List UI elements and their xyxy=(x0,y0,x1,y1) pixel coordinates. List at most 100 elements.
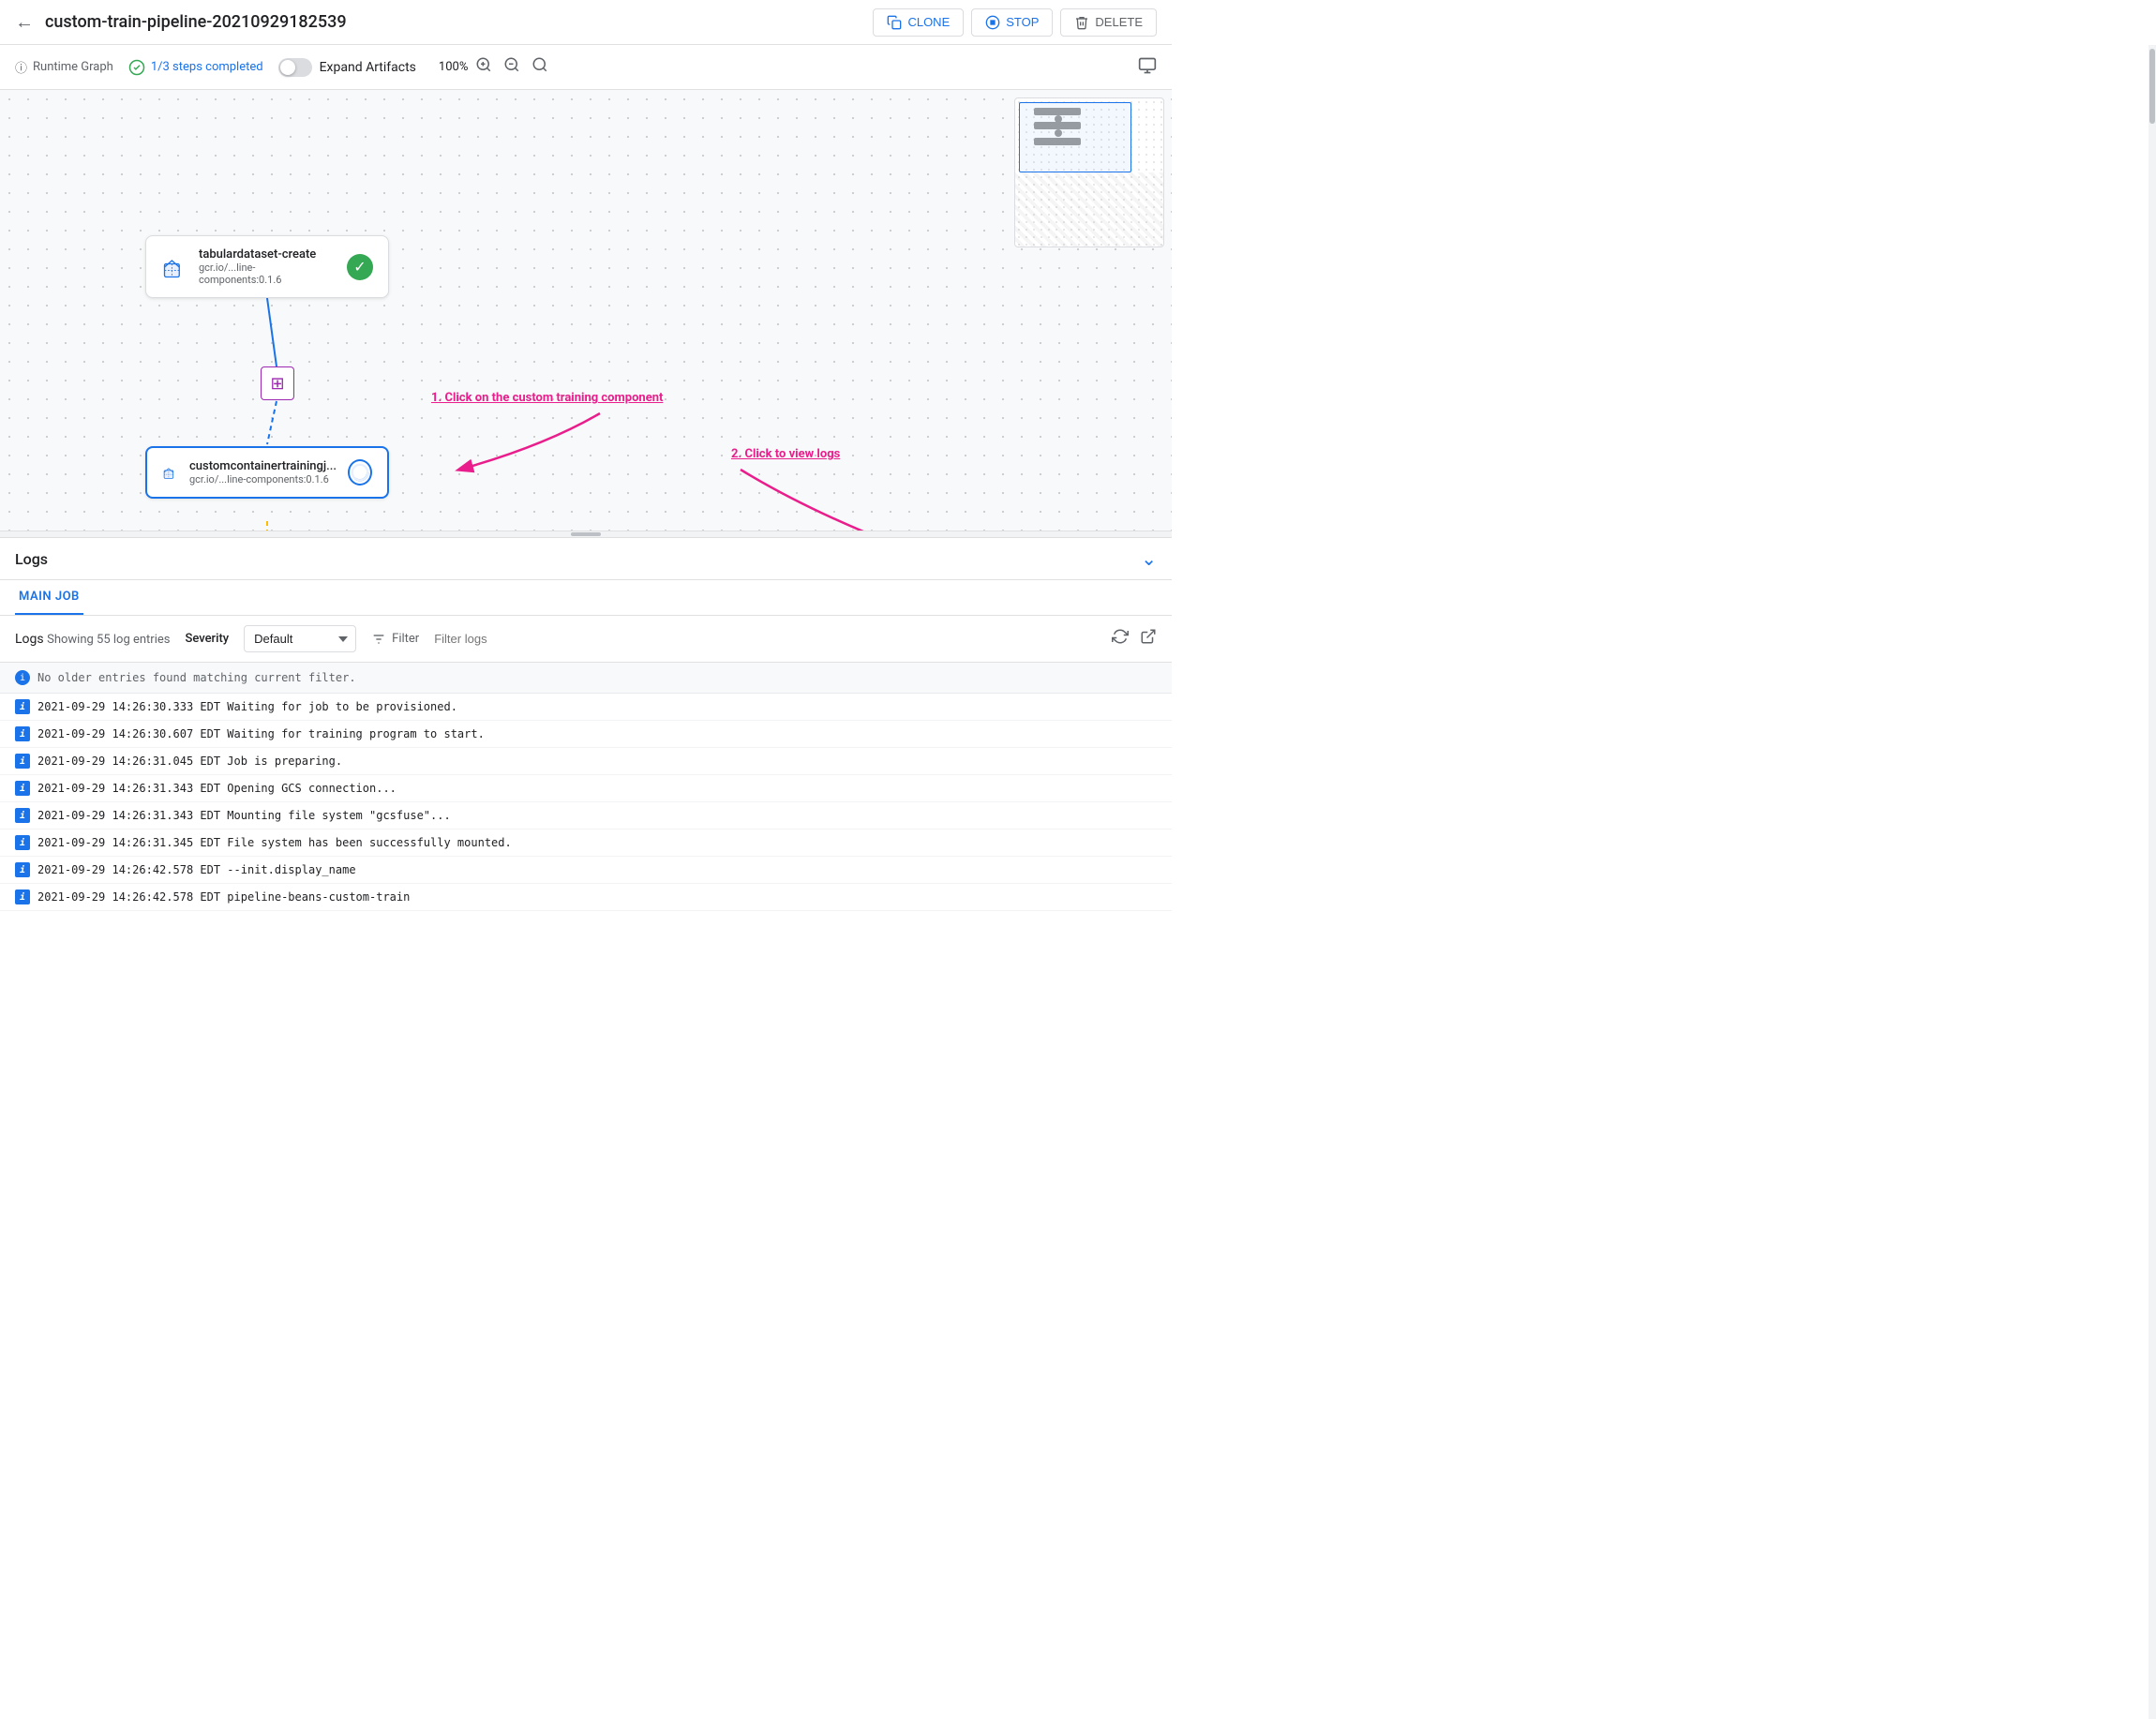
tabular-dataset-node[interactable]: tabulardataset-create gcr.io/...line-com… xyxy=(145,235,389,298)
node2-info: customcontainertrainingj... gcr.io/...li… xyxy=(189,459,337,486)
logs-tabs: MAIN JOB xyxy=(0,580,1172,616)
steps-icon xyxy=(128,59,145,76)
annotation2-arrow xyxy=(731,465,975,531)
log-icon-6: i xyxy=(15,862,30,877)
zoom-reset-button[interactable] xyxy=(528,54,552,80)
splitter-handle xyxy=(571,532,601,536)
zoom-out-button[interactable] xyxy=(500,54,524,80)
annotation2: 2. Click to view logs xyxy=(731,446,975,531)
minimap-inner xyxy=(1015,98,1163,247)
node2-icon xyxy=(162,459,178,486)
log-text-1: 2021-09-29 14:26:30.607 EDT Waiting for … xyxy=(37,727,485,740)
header-actions: CLONE STOP DELETE xyxy=(873,8,1157,37)
node2-sub: gcr.io/...line-components:0.1.6 xyxy=(189,473,337,486)
log-icon-2: i xyxy=(15,754,30,769)
severity-select[interactable]: Default Debug Info Warning Error xyxy=(244,625,356,652)
log-row-6: i 2021-09-29 14:26:42.578 EDT --init.dis… xyxy=(0,857,1172,884)
log-row-7: i 2021-09-29 14:26:42.578 EDT pipeline-b… xyxy=(0,884,1172,911)
log-text-3: 2021-09-29 14:26:31.343 EDT Opening GCS … xyxy=(37,782,397,795)
expand-artifacts-label: Expand Artifacts xyxy=(320,60,416,75)
minimap-stripe xyxy=(1015,172,1163,247)
node1-icon xyxy=(161,254,187,280)
filter-button[interactable]: Filter xyxy=(371,632,419,647)
log-row-2: i 2021-09-29 14:26:31.045 EDT Job is pre… xyxy=(0,748,1172,775)
node1-status: ✓ xyxy=(347,254,373,280)
log-text-7: 2021-09-29 14:26:42.578 EDT pipeline-bea… xyxy=(37,890,410,904)
log-text-0: 2021-09-29 14:26:30.333 EDT Waiting for … xyxy=(37,700,457,713)
annotation1-arrow xyxy=(431,409,619,484)
stop-button[interactable]: STOP xyxy=(971,8,1053,37)
scrollbar xyxy=(2149,45,2156,1719)
log-info-icon: i xyxy=(15,670,30,685)
log-text-6: 2021-09-29 14:26:42.578 EDT --init.displ… xyxy=(37,863,356,876)
runtime-graph-item[interactable]: ⓘ Runtime Graph xyxy=(15,58,113,76)
log-icon-4: i xyxy=(15,808,30,823)
toolbar: ⓘ Runtime Graph 1/3 steps completed Expa… xyxy=(0,45,1172,90)
filter-label: Filter xyxy=(392,632,419,646)
logs-label: Logs xyxy=(15,632,44,647)
filter-input[interactable] xyxy=(434,632,599,646)
zoom-controls: 100% xyxy=(439,54,552,80)
log-icon-3: i xyxy=(15,781,30,796)
refresh-button[interactable] xyxy=(1112,628,1129,650)
open-external-button[interactable] xyxy=(1140,628,1157,650)
steps-completed-item: 1/3 steps completed xyxy=(128,59,263,76)
log-icon-5: i xyxy=(15,835,30,850)
zoom-in-button[interactable] xyxy=(472,54,496,80)
back-button[interactable]: ← xyxy=(15,10,34,34)
severity-label: Severity xyxy=(185,632,229,646)
minimap-viewport xyxy=(1019,102,1131,172)
log-icon-0: i xyxy=(15,699,30,714)
logs-expand-button[interactable]: ⌄ xyxy=(1141,547,1157,570)
tab-main-job[interactable]: MAIN JOB xyxy=(15,580,83,615)
log-row-1: i 2021-09-29 14:26:30.607 EDT Waiting fo… xyxy=(0,721,1172,748)
logs-controls: Logs Showing 55 log entries Severity Def… xyxy=(0,616,1172,663)
minimap-toggle-button[interactable] xyxy=(1138,56,1157,79)
zoom-level: 100% xyxy=(439,60,468,74)
stop-label: STOP xyxy=(1006,15,1039,29)
log-icon-7: i xyxy=(15,889,30,904)
log-info-text: No older entries found matching current … xyxy=(37,671,356,684)
pipeline-title: custom-train-pipeline-20210929182539 xyxy=(45,12,873,32)
annotation2-text: 2. Click to view logs xyxy=(731,447,840,461)
log-row-4: i 2021-09-29 14:26:31.343 EDT Mounting f… xyxy=(0,802,1172,830)
grid-icon: ⊞ xyxy=(270,374,284,394)
logs-title: Logs xyxy=(15,550,48,568)
logs-count: Showing 55 log entries xyxy=(47,633,170,647)
custom-container-training-node[interactable]: customcontainertrainingj... gcr.io/...li… xyxy=(145,446,389,499)
runtime-graph-label: Runtime Graph xyxy=(33,60,113,74)
severity-select-wrap: Default Debug Info Warning Error xyxy=(244,625,356,652)
annotation1-text: 1. Click on the custom training componen… xyxy=(431,391,663,405)
connector-node[interactable]: ⊞ xyxy=(261,366,294,400)
node2-name: customcontainertrainingj... xyxy=(189,459,337,473)
clone-button[interactable]: CLONE xyxy=(873,8,964,37)
header: ← custom-train-pipeline-20210929182539 C… xyxy=(0,0,1172,45)
delete-label: DELETE xyxy=(1095,15,1143,29)
log-icon-1: i xyxy=(15,726,30,741)
log-row-info: i No older entries found matching curren… xyxy=(0,663,1172,694)
filter-icon xyxy=(371,632,386,647)
info-icon: ⓘ xyxy=(15,58,27,76)
log-row-0: i 2021-09-29 14:26:30.333 EDT Waiting fo… xyxy=(0,694,1172,721)
clone-label: CLONE xyxy=(907,15,950,29)
splitter[interactable] xyxy=(0,531,1172,538)
delete-button[interactable]: DELETE xyxy=(1060,8,1157,37)
log-row-5: i 2021-09-29 14:26:31.345 EDT File syste… xyxy=(0,830,1172,857)
minimap xyxy=(1014,97,1164,247)
toggle-switch[interactable] xyxy=(278,58,312,77)
logs-panel: Logs ⌄ MAIN JOB Logs Showing 55 log entr… xyxy=(0,538,1172,1710)
logs-entries: i No older entries found matching curren… xyxy=(0,663,1172,1710)
scrollbar-thumb xyxy=(2149,49,2155,124)
node1-name: tabulardataset-create xyxy=(199,247,336,262)
log-text-5: 2021-09-29 14:26:31.345 EDT File system … xyxy=(37,836,512,849)
logs-showing: Logs Showing 55 log entries xyxy=(15,632,170,647)
toggle-knob xyxy=(280,60,295,75)
logs-header: Logs ⌄ xyxy=(0,538,1172,580)
node1-sub: gcr.io/...line-components:0.1.6 xyxy=(199,262,336,286)
expand-artifacts-toggle[interactable]: Expand Artifacts xyxy=(278,58,416,77)
node1-info: tabulardataset-create gcr.io/...line-com… xyxy=(199,247,336,286)
pipeline-canvas: tabulardataset-create gcr.io/...line-com… xyxy=(0,90,1172,531)
logs-actions xyxy=(1112,628,1157,650)
log-row-3: i 2021-09-29 14:26:31.343 EDT Opening GC… xyxy=(0,775,1172,802)
log-text-2: 2021-09-29 14:26:31.045 EDT Job is prepa… xyxy=(37,755,342,768)
